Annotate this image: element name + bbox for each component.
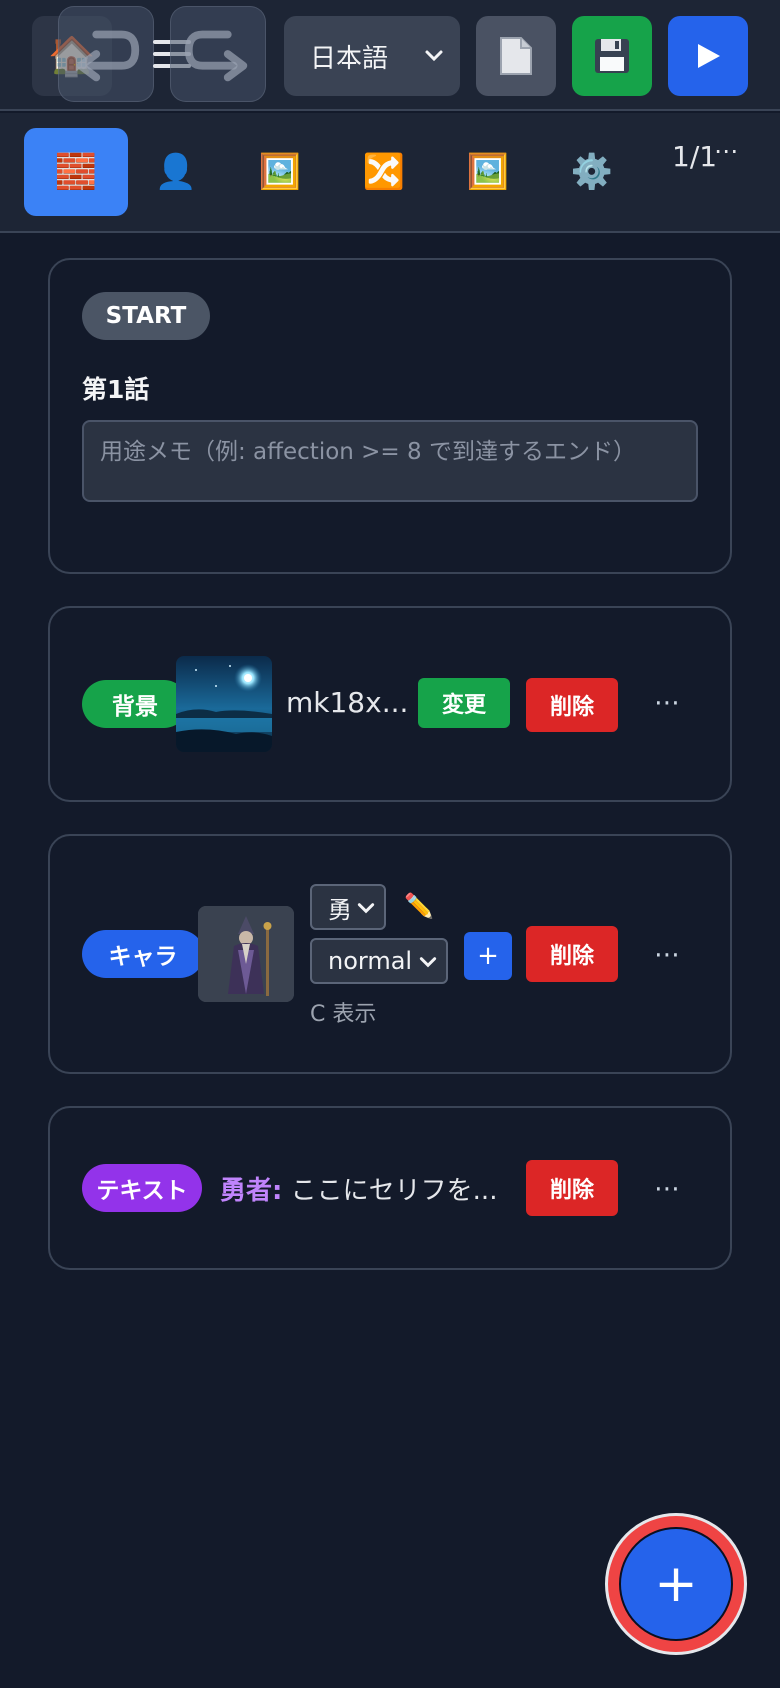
redo-button[interactable] (170, 6, 266, 102)
tab-images[interactable]: 🖼️ (436, 128, 540, 216)
dialogue-text: ここにセリフを... (290, 1176, 498, 1206)
position-label: C 表示 (310, 1002, 377, 1027)
play-button[interactable] (668, 16, 748, 96)
delete-button[interactable]: 削除 (526, 1160, 618, 1216)
dialogue-preview[interactable]: 勇者: ここにセリフを... (220, 1170, 497, 1207)
redo-icon (184, 30, 248, 82)
tab-blocks[interactable]: 🧱 (24, 128, 128, 216)
more-icon[interactable]: ⋯ (714, 137, 739, 165)
character-thumbnail (198, 906, 294, 1002)
change-button[interactable]: 変更 (418, 678, 510, 728)
undo-icon (76, 30, 140, 82)
document-button[interactable] (476, 16, 556, 96)
memo-placeholder: 用途メモ（例: affection >= 8 で到達するエンド） (100, 439, 636, 465)
expression-select-value: normal (328, 947, 413, 975)
tab-backgrounds[interactable]: 🖼️ (228, 128, 332, 216)
save-button[interactable] (572, 16, 652, 96)
chevron-down-icon (356, 898, 376, 918)
tab-characters[interactable]: 👤 (124, 128, 228, 216)
speaker-name: 勇者: (220, 1176, 283, 1206)
more-icon[interactable]: ⋯ (648, 940, 688, 970)
picture-icon: 🖼️ (466, 152, 510, 192)
delete-button[interactable]: 削除 (526, 926, 618, 982)
start-badge: START (82, 292, 210, 340)
tab-bar: 🧱 👤 🖼️ 🔀 🖼️ ⚙️ (0, 113, 780, 233)
document-icon (500, 37, 532, 75)
undo-button[interactable] (58, 6, 154, 102)
memo-input[interactable]: 用途メモ（例: affection >= 8 で到達するエンド） (82, 420, 698, 502)
pencil-icon[interactable]: ✏️ (404, 892, 434, 920)
language-value: 日本語 (310, 43, 389, 74)
episode-title: 第1話 (82, 375, 150, 404)
more-icon[interactable]: ⋯ (648, 1174, 688, 1204)
character-select-value: 勇 (328, 895, 352, 924)
background-badge: 背景 (82, 680, 188, 728)
chevron-down-icon (419, 957, 437, 968)
page-counter: 1/1 (672, 140, 718, 173)
character-card: キャラ 勇 ✏️ normal + 削除 ⋯ C 表示 (48, 834, 732, 1074)
expression-select[interactable]: normal (310, 938, 448, 984)
more-icon[interactable]: ⋯ (648, 688, 688, 718)
add-expression-button[interactable]: + (464, 932, 512, 980)
character-badge: キャラ (82, 930, 204, 978)
start-card: START 第1話 用途メモ（例: affection >= 8 で到達するエン… (48, 258, 732, 574)
text-badge: テキスト (82, 1164, 202, 1212)
language-select[interactable]: 日本語 (284, 16, 460, 96)
play-icon (698, 44, 720, 68)
chevron-down-icon (425, 50, 443, 62)
tab-branches[interactable]: 🔀 (332, 128, 436, 216)
tab-settings[interactable]: ⚙️ (540, 128, 644, 216)
background-filename: mk18x... (286, 686, 409, 719)
gear-icon: ⚙️ (570, 152, 614, 192)
delete-button[interactable]: 削除 (526, 678, 618, 732)
shuffle-icon: 🔀 (362, 152, 406, 192)
text-card: テキスト 勇者: ここにセリフを... 削除 ⋯ (48, 1106, 732, 1270)
character-select[interactable]: 勇 (310, 884, 386, 930)
picture-icon: 🖼️ (258, 152, 302, 192)
floppy-disk-icon (595, 39, 629, 73)
bricks-icon: 🧱 (54, 152, 98, 192)
top-toolbar: 🏠 日本語 (0, 0, 780, 111)
background-card: 背景 mk18x... 変更 削除 ⋯ (48, 606, 732, 802)
background-thumbnail (176, 656, 272, 752)
person-icon: 👤 (154, 152, 198, 192)
add-block-button[interactable]: + (619, 1527, 733, 1641)
